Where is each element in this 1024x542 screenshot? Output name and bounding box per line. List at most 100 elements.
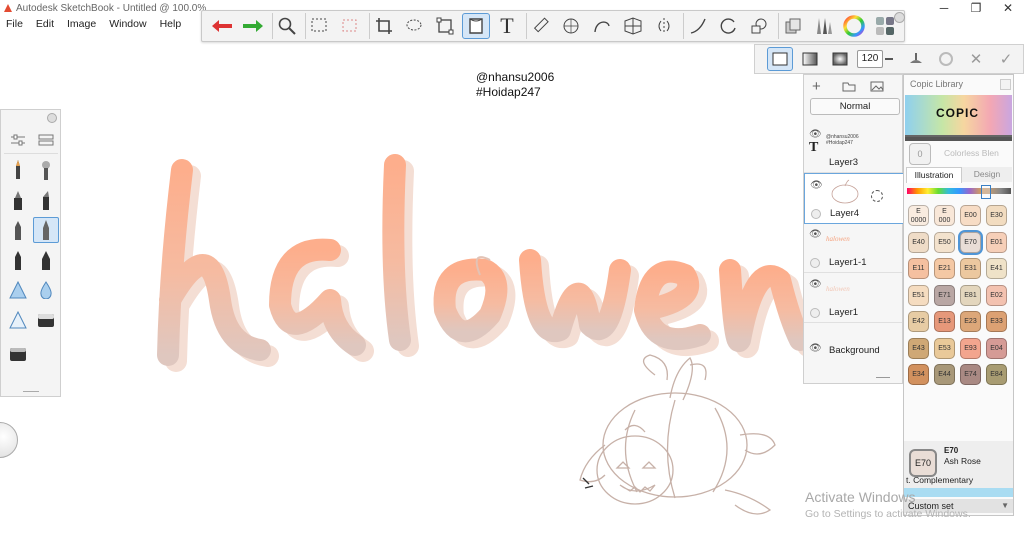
zoom-icon[interactable] [272,13,300,39]
visibility-eye-icon[interactable]: 👁 [809,129,822,140]
close-window-button[interactable]: ✕ [992,0,1024,18]
layer-radio[interactable] [810,308,820,318]
layer-radio[interactable] [811,209,821,219]
fill-icon[interactable] [462,13,490,39]
copic-swatch-e70[interactable]: E70 [960,231,981,253]
copic-swatch-e01[interactable]: E01 [986,231,1007,253]
copic-swatch-e93[interactable]: E93 [960,337,981,359]
copic-swatch-e50[interactable]: E50 [934,231,955,253]
blend-mode-select[interactable]: Normal [810,98,900,115]
eraser-icon[interactable] [33,307,59,333]
copic-swatch-e40[interactable]: E40 [908,231,929,253]
stroke-icon[interactable] [683,13,711,39]
shapes-icon[interactable] [745,13,773,39]
select-rect-icon[interactable] [305,13,333,39]
menu-image[interactable]: Image [61,17,103,30]
copic-swatch-e21[interactable]: E21 [934,258,955,279]
fill-radial-gradient-icon[interactable] [827,47,853,71]
perspective-icon[interactable] [619,13,647,39]
copic-swatch-e000[interactable]: E 000 [934,205,955,226]
ruler-icon[interactable] [526,13,554,39]
copic-swatch-e23[interactable]: E23 [960,311,981,332]
ink-pen-icon[interactable] [5,217,31,243]
water-drop-icon[interactable] [33,277,59,303]
airbrush-icon[interactable] [33,157,59,183]
copic-swatch-e81[interactable]: E81 [960,284,981,306]
copic-swatch-e71[interactable]: E71 [934,284,955,306]
visibility-eye-icon[interactable]: 👁 [810,180,823,191]
layer-editor-icon[interactable] [778,13,806,39]
copic-swatch-e51[interactable]: E51 [908,284,929,306]
visibility-eye-icon[interactable]: 👁 [809,343,822,354]
color-wheel-icon[interactable] [840,13,868,39]
fill-tolerance-value[interactable]: 120 [857,50,883,68]
tab-illustration[interactable]: Illustration [906,167,962,183]
circle-icon[interactable] [714,13,742,39]
chisel-marker-icon[interactable] [33,187,59,213]
cancel-icon[interactable]: ✕ [963,47,989,71]
palette-close-button[interactable] [47,113,57,123]
toolbar-close-button[interactable] [894,12,905,23]
menu-help[interactable]: Help [154,17,189,30]
add-image-icon[interactable] [870,81,884,92]
copic-swatch-e30[interactable]: E30 [986,205,1007,226]
hard-eraser-icon[interactable] [5,341,31,367]
copic-swatch-e42[interactable]: E42 [908,311,929,332]
calligraphy-pen-icon[interactable] [33,247,59,273]
menu-edit[interactable]: Edit [30,17,61,30]
copic-family-strip[interactable] [907,188,1011,194]
technical-pen-icon[interactable] [5,247,31,273]
palette-resize-grip[interactable] [23,391,39,392]
menu-window[interactable]: Window [103,17,153,30]
select-dotted-icon[interactable] [336,13,364,39]
fine-pen-icon[interactable] [33,217,59,243]
curve-ruler-icon[interactable] [588,13,616,39]
triangle-smudge-icon[interactable] [5,277,31,303]
copic-swatch-e11[interactable]: E11 [908,258,929,279]
text-icon[interactable]: T [493,13,521,39]
visibility-eye-icon[interactable]: 👁 [809,229,822,240]
ellipse-guide-icon[interactable] [557,13,585,39]
lasso-icon[interactable] [400,13,428,39]
copic-swatch-e34[interactable]: E34 [908,364,929,385]
visibility-eye-icon[interactable]: 👁 [809,279,822,290]
transform-icon[interactable] [431,13,459,39]
redo-icon[interactable] [239,13,267,39]
copic-close-button[interactable] [1000,79,1011,90]
copic-swatch-e74[interactable]: E74 [960,364,981,385]
slider-handle[interactable] [885,58,893,60]
lagoon-puck[interactable] [0,422,18,458]
symmetry-icon[interactable] [650,13,678,39]
copic-swatch-e02[interactable]: E02 [986,284,1007,306]
copic-swatch-e41[interactable]: E41 [986,258,1007,279]
minimize-button[interactable]: ─ [928,0,960,18]
sample-all-icon[interactable] [933,47,959,71]
copic-swatch-e04[interactable]: E04 [986,337,1007,359]
family-selector-handle[interactable] [981,185,991,199]
confirm-icon[interactable]: ✓ [993,47,1019,71]
layer-radio[interactable] [810,258,820,268]
crop-icon[interactable] [369,13,397,39]
sample-layer-icon[interactable] [903,47,929,71]
brush-library-toggle-icon[interactable] [33,127,59,153]
add-layer-icon[interactable]: + [812,78,821,95]
add-group-icon[interactable] [842,81,856,92]
maximize-button[interactable]: ❐ [960,0,992,18]
layer-row[interactable]: 👁 halowen Layer1-1 [804,223,902,273]
tab-design[interactable]: Design [962,167,1012,182]
complementary-strip[interactable] [904,488,1013,497]
blur-brush-icon[interactable] [5,307,31,333]
pencil-brush-icon[interactable] [5,157,31,183]
copic-swatch-e53[interactable]: E53 [934,337,955,359]
copic-swatch-e0000[interactable]: E 0000 [908,205,929,226]
layer-row[interactable]: 👁 T @nhansu2006 #Hoidap247 Layer3 [804,123,902,173]
marker-brush-icon[interactable] [5,187,31,213]
copic-swatch-e31[interactable]: E31 [960,258,981,279]
copic-swatch-e13[interactable]: E13 [934,311,955,332]
copic-swatch-e84[interactable]: E84 [986,364,1007,385]
colorless-blender-swatch[interactable]: 0 [909,143,931,165]
menu-file[interactable]: File [0,17,30,30]
copic-swatch-e33[interactable]: E33 [986,311,1007,332]
layer-row-selected[interactable]: 👁 Layer4 [804,173,904,224]
layer-panel-grip[interactable] [876,377,890,378]
